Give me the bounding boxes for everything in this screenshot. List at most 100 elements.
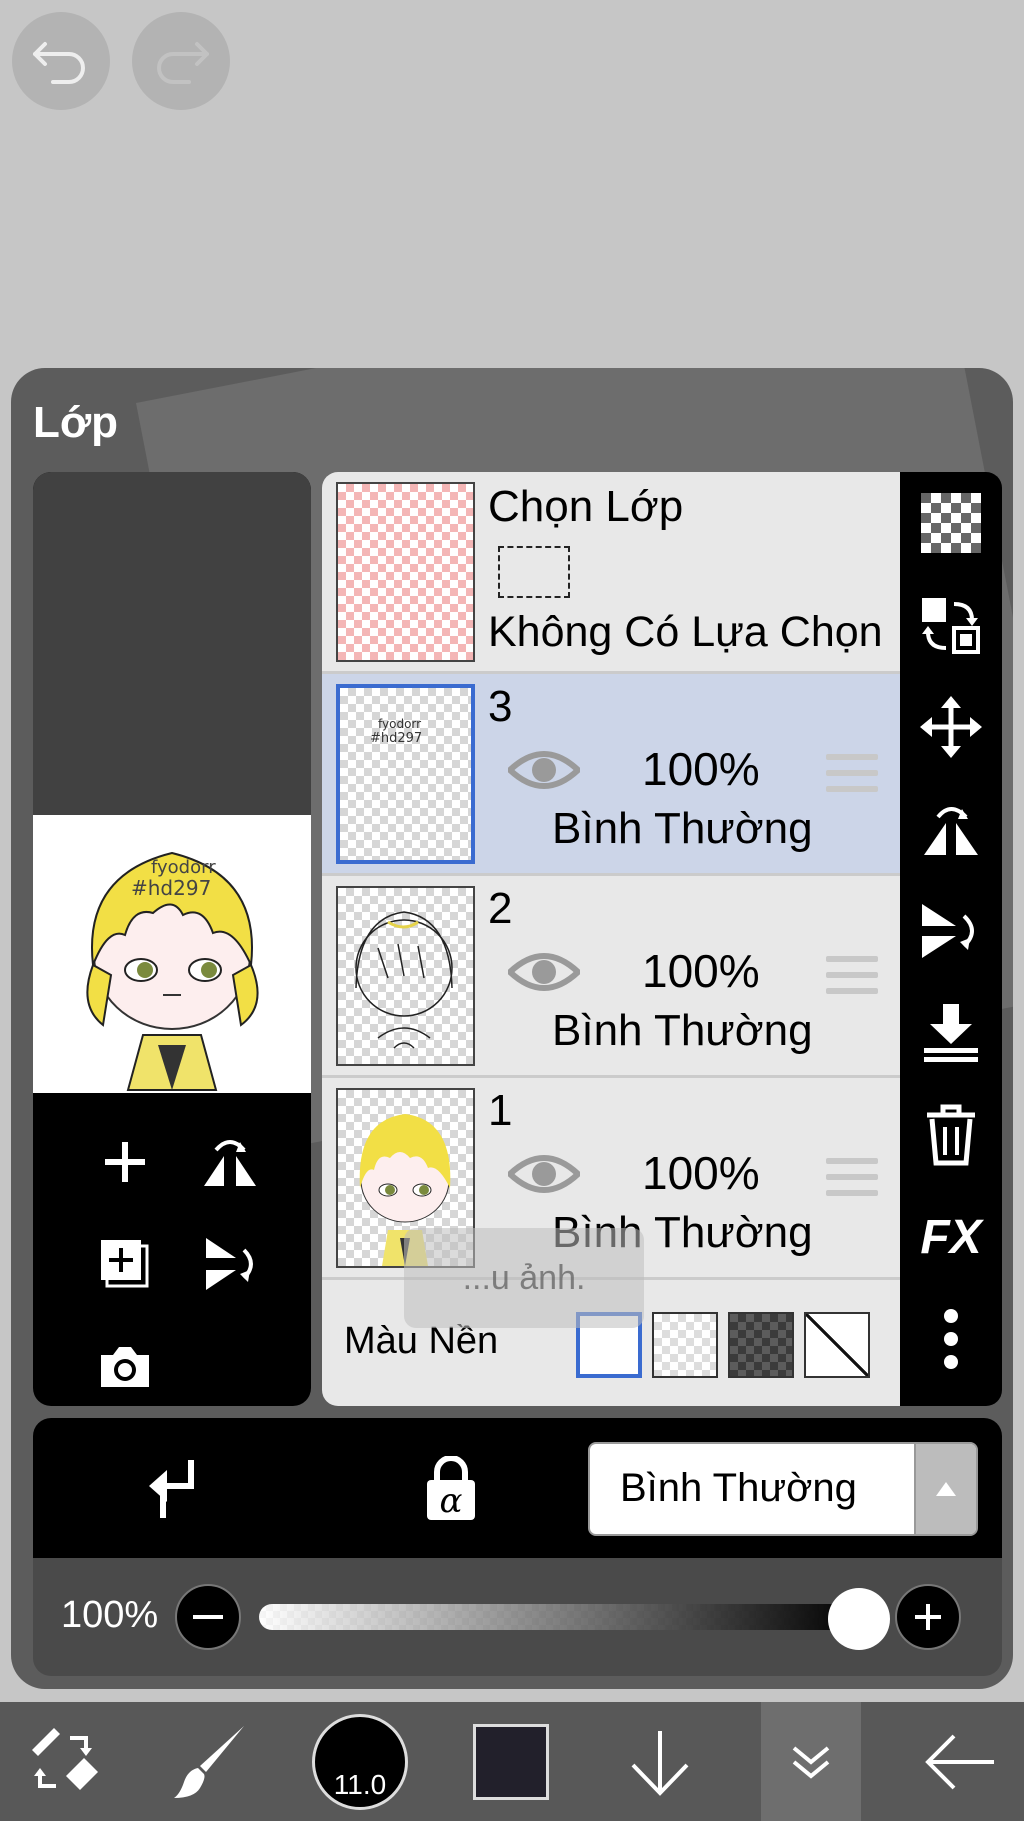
brush-size-button[interactable]: 11.0 <box>310 1702 410 1821</box>
double-chevron-down-icon <box>792 1745 830 1779</box>
clipping-button[interactable] <box>143 1456 199 1525</box>
arrow-down-icon <box>631 1730 689 1796</box>
brush-button[interactable] <box>160 1702 260 1821</box>
back-button[interactable] <box>910 1702 1010 1821</box>
layer-blend-mode: Bình Thường <box>552 1006 813 1055</box>
opacity-control: 100% <box>33 1558 1002 1676</box>
drag-handle-icon[interactable] <box>826 1158 878 1206</box>
undo-icon <box>33 42 85 84</box>
selection-status: Không Có Lựa Chọn <box>488 608 883 656</box>
background-swatch-transparent-dark[interactable] <box>728 1312 794 1378</box>
canvas-preview[interactable]: fyodorr #hd297 <box>33 815 311 1093</box>
layer-thumbnail: fyodorr #hd297 <box>336 684 475 864</box>
color-icon <box>473 1723 549 1800</box>
svg-text:fyodorr: fyodorr <box>378 717 421 731</box>
layer-down-button[interactable] <box>615 1702 705 1821</box>
redo-icon <box>157 42 209 84</box>
flip-vertical-button[interactable] <box>916 896 986 966</box>
flip-horizontal-icon <box>924 807 978 855</box>
selection-layer-row[interactable]: Chọn Lớp Không Có Lựa Chọn <box>322 472 900 674</box>
camera-icon <box>101 1347 149 1387</box>
preview-background <box>33 472 311 815</box>
layer-opacity: 100% <box>642 945 760 997</box>
plus-icon <box>915 1604 941 1630</box>
transform-eraser-icon <box>32 1727 98 1790</box>
canvas-preview-column: fyodorr #hd297 <box>33 472 311 1406</box>
move-layer-button[interactable] <box>916 692 986 762</box>
opacity-decrease-button[interactable] <box>175 1584 241 1650</box>
swap-layers-icon <box>922 598 980 654</box>
layer-number: 2 <box>488 884 513 933</box>
brush-icon <box>174 1725 244 1798</box>
clip-icon <box>149 1460 194 1518</box>
svg-text:#hd297: #hd297 <box>370 731 422 746</box>
add-layer-copy-icon <box>101 1240 149 1288</box>
layer-number: 1 <box>488 1086 513 1135</box>
back-arrow-icon <box>925 1734 994 1789</box>
add-layer-button[interactable] <box>93 1130 157 1194</box>
layer-panel: Lớp fyodorr #hd297 Chọn Lớp Không Có Lựa… <box>11 368 1013 1689</box>
flip-layer-vertical-button[interactable] <box>198 1232 262 1296</box>
merge-down-icon <box>924 1004 978 1062</box>
alpha-lock-button[interactable]: α <box>423 1455 479 1527</box>
redo-button[interactable] <box>132 12 230 110</box>
more-icon <box>944 1309 958 1369</box>
collapse-panel-button[interactable] <box>761 1702 861 1821</box>
flip-horizontal-button[interactable] <box>916 794 986 864</box>
opacity-value: 100% <box>61 1594 159 1636</box>
toast-message: ...u ảnh. <box>404 1228 644 1328</box>
flip-vertical-icon <box>922 904 974 958</box>
opacity-slider-knob[interactable] <box>828 1588 890 1650</box>
merge-down-button[interactable] <box>916 998 986 1068</box>
eye-icon[interactable] <box>508 1150 580 1198</box>
bottom-toolbar: 11.0 <box>0 1702 1024 1821</box>
drag-handle-icon[interactable] <box>826 754 878 802</box>
move-icon <box>920 696 982 758</box>
selection-layer-thumbnail <box>336 482 475 662</box>
layer-number: 3 <box>488 682 513 731</box>
selection-marquee-icon <box>498 546 570 598</box>
flip-horizontal-icon <box>204 1140 256 1186</box>
svg-text:fyodorr: fyodorr <box>151 857 216 878</box>
fx-button[interactable]: FX <box>916 1202 986 1272</box>
transparency-button[interactable] <box>916 488 986 558</box>
layer-action-bar: α Bình Thường <box>33 1418 1002 1558</box>
svg-text:#hd297: #hd297 <box>131 876 211 900</box>
layer-blend-mode: Bình Thường <box>552 804 813 853</box>
alpha-lock-icon: α <box>427 1455 475 1521</box>
layer-tools-bar: FX <box>900 472 1002 1406</box>
add-layer-icon <box>105 1142 145 1182</box>
flip-vertical-icon <box>206 1238 253 1290</box>
layer-row-2[interactable]: 2 100% Bình Thường <box>322 876 900 1078</box>
layer-thumbnail <box>336 886 475 1066</box>
character-drawing: fyodorr #hd297 <box>86 851 259 1091</box>
delete-layer-button[interactable] <box>916 1100 986 1170</box>
undo-button[interactable] <box>12 12 110 110</box>
eye-icon[interactable] <box>508 948 580 996</box>
fx-icon: FX <box>920 1210 982 1264</box>
more-options-button[interactable] <box>916 1304 986 1374</box>
opacity-slider[interactable] <box>259 1604 859 1630</box>
color-button[interactable] <box>470 1702 552 1821</box>
selection-layer-title: Chọn Lớp <box>488 482 684 531</box>
swap-layers-button[interactable] <box>916 590 986 660</box>
transform-eraser-button[interactable] <box>14 1702 114 1821</box>
layer-row-3[interactable]: fyodorr #hd297 3 100% Bình Thường <box>322 674 900 876</box>
blend-mode-select[interactable]: Bình Thường <box>588 1442 978 1536</box>
background-swatch-none[interactable] <box>804 1312 870 1378</box>
drag-handle-icon[interactable] <box>826 956 878 1004</box>
opacity-increase-button[interactable] <box>895 1584 961 1650</box>
transparency-icon <box>921 493 981 553</box>
brush-size-icon: 11.0 <box>312 1713 408 1810</box>
eye-icon[interactable] <box>508 746 580 794</box>
camera-button[interactable] <box>93 1334 157 1398</box>
flip-layer-horizontal-button[interactable] <box>198 1130 262 1194</box>
panel-title: Lớp <box>33 398 119 447</box>
layer-opacity: 100% <box>642 743 760 795</box>
layer-opacity: 100% <box>642 1147 760 1199</box>
background-swatch-transparent-light[interactable] <box>652 1312 718 1378</box>
svg-text:α: α <box>440 1481 463 1521</box>
blend-mode-value: Bình Thường <box>620 1466 857 1510</box>
duplicate-layer-button[interactable] <box>93 1232 157 1296</box>
chevron-up-icon <box>914 1444 976 1534</box>
